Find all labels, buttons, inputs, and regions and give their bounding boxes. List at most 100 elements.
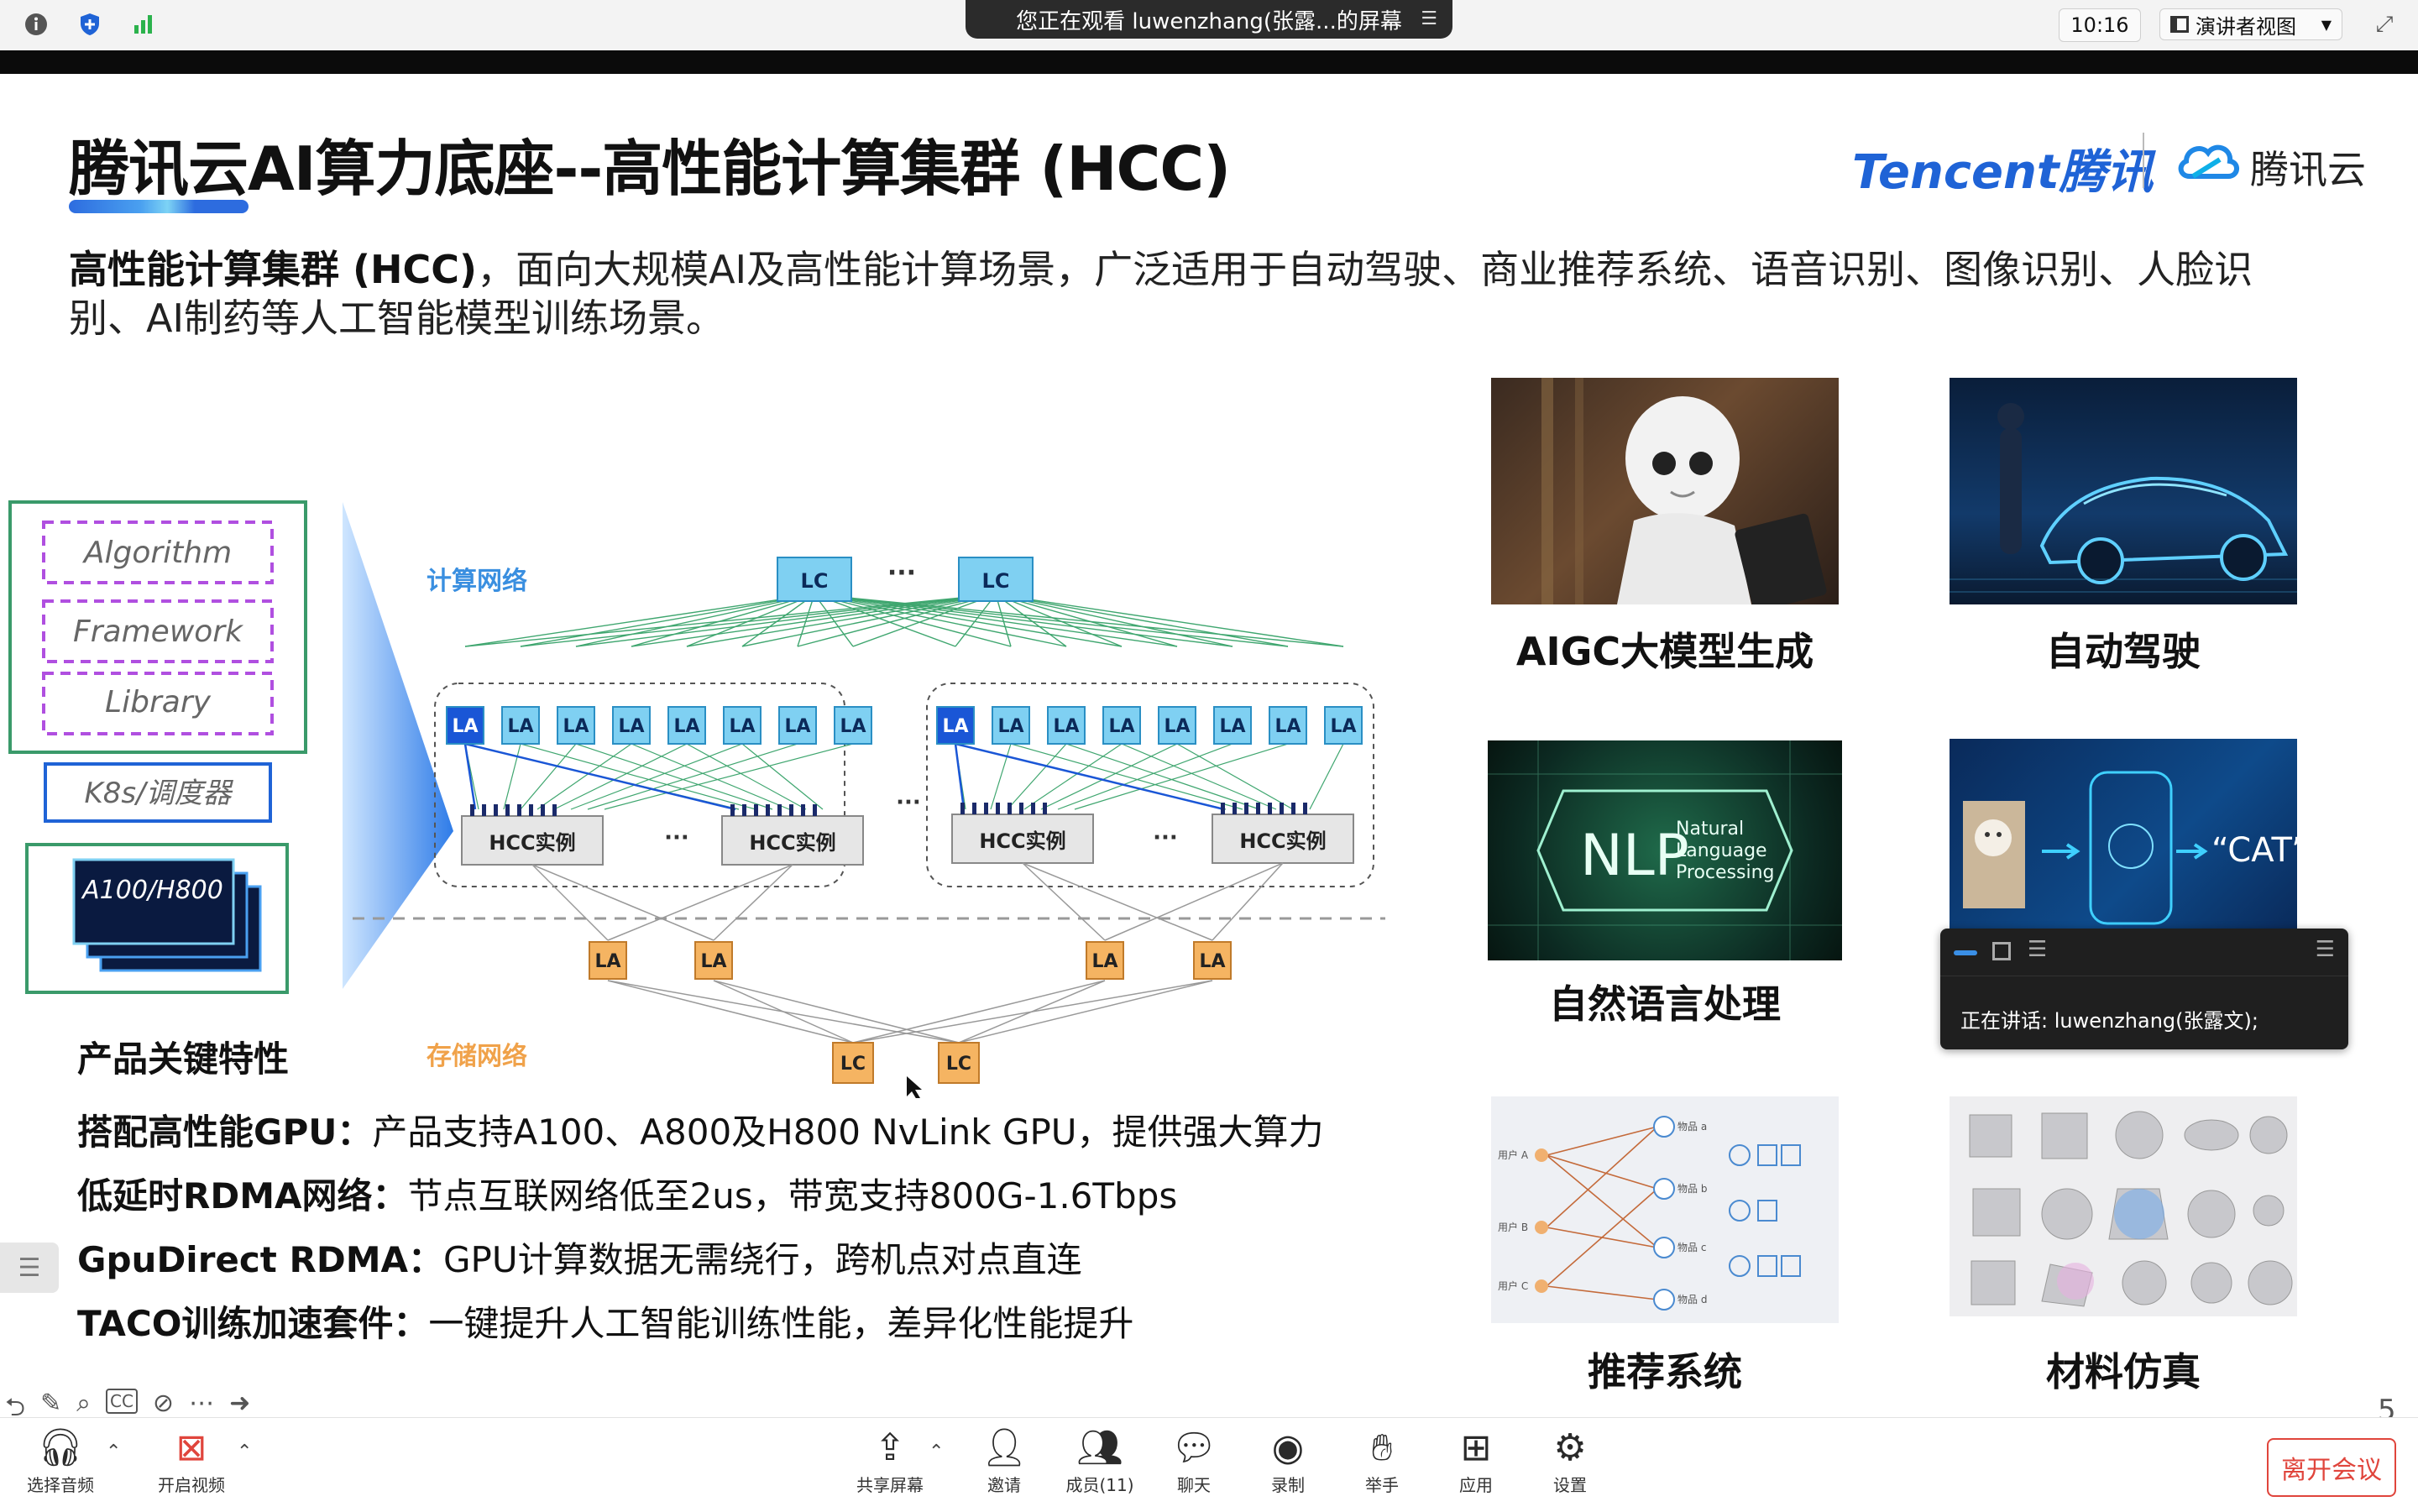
- invite-button[interactable]: 👤︎ 邀请: [962, 1425, 1046, 1496]
- separator-band: [0, 50, 2418, 74]
- feature-text: 一键提升人工智能训练性能，差异化性能提升: [428, 1303, 1134, 1344]
- meeting-timer: 10:16: [2059, 8, 2141, 42]
- list-icon[interactable]: ☰: [2028, 937, 2047, 962]
- user-label: 用户 A: [1498, 1148, 1529, 1161]
- feature-item: 搭配高性能GPU：产品支持A100、A800及H800 NvLink GPU，提…: [77, 1101, 1324, 1164]
- view-mode-label: 演讲者视图: [2196, 14, 2296, 39]
- more-icon[interactable]: ⋯: [189, 1389, 214, 1417]
- logo-divider: [2143, 133, 2144, 188]
- menu-icon[interactable]: ☰: [1421, 8, 1437, 29]
- audio-label: 选择音频: [27, 1475, 94, 1495]
- slide-list-icon[interactable]: ☰: [0, 1243, 59, 1293]
- item-label: 物品 b: [1677, 1183, 1707, 1195]
- features-heading: 产品关键特性: [77, 1039, 290, 1080]
- shield-icon[interactable]: [76, 10, 104, 39]
- caption-nlp: 自然语言处理: [1549, 981, 1781, 1027]
- feature-item: 低延时RDMA网络：节点互联网络低至2us，带宽支持800G-1.6Tbps: [77, 1164, 1324, 1228]
- collapse-icon[interactable]: ☰: [2316, 937, 2335, 962]
- pen-icon[interactable]: ✎: [40, 1389, 61, 1417]
- car-icon: [1950, 403, 2297, 593]
- nlp-graphic: NLP Natural Language Processing: [1488, 740, 1842, 960]
- la-label: LA: [507, 716, 533, 737]
- la-label: LA: [594, 951, 620, 972]
- chat-icon: 💬︎: [1170, 1426, 1217, 1469]
- raise-hand-button[interactable]: ✋︎ 举手: [1340, 1425, 1424, 1496]
- la-label: LA: [673, 716, 699, 737]
- chevron-up-icon[interactable]: ⌃: [929, 1441, 944, 1462]
- window-icon[interactable]: [1992, 942, 2011, 960]
- la-label: LA: [1053, 716, 1079, 737]
- view-mode-button[interactable]: 演讲者视图 ▼: [2159, 8, 2342, 40]
- meeting-top-bar: 您正在观看 luwenzhang(张露...的屏幕 ☰ 10:16 演讲者视图 …: [0, 0, 2418, 51]
- fullscreen-icon[interactable]: ⤢: [2368, 8, 2401, 40]
- gear-icon: ⚙: [1553, 1426, 1587, 1469]
- compute-mesh-lines: [464, 594, 1344, 647]
- storage-mesh-lines: [531, 862, 1284, 1044]
- leave-meeting-button[interactable]: 离开会议: [2267, 1438, 2396, 1497]
- invite-icon: 👤︎: [981, 1426, 1028, 1469]
- ellipsis: ···: [664, 825, 689, 850]
- hcc-label: HCC实例: [979, 829, 1065, 853]
- slide-toolbar: ⮌ ✎ ⌕ CC ⊘ ⋯ ➜: [5, 1389, 250, 1417]
- nlp-big-text: NLP: [1580, 823, 1689, 889]
- forward-icon[interactable]: ➜: [229, 1389, 250, 1417]
- library-label: Library: [105, 685, 212, 719]
- ellipsis: ···: [1153, 825, 1178, 850]
- title-underline: [69, 200, 249, 213]
- share-screen-button[interactable]: ⇪ 共享屏幕: [848, 1425, 932, 1496]
- settings-button[interactable]: ⚙ 设置: [1528, 1425, 1612, 1496]
- headset-icon: 🎧︎: [37, 1426, 84, 1469]
- la-label: LA: [997, 716, 1023, 737]
- apps-icon: ⊞: [1460, 1426, 1492, 1469]
- recommender-photo: 用户 A 用户 B 用户 C 物品 a 物品 b 物品 c 物品 d: [1491, 1096, 1839, 1323]
- members-label: 成员(11): [1065, 1475, 1134, 1495]
- chat-button[interactable]: 💬︎ 聊天: [1152, 1425, 1236, 1496]
- feature-title: 低延时RDMA网络：: [77, 1175, 408, 1216]
- zoom-icon[interactable]: ⌕: [76, 1389, 91, 1417]
- user-label: 用户 B: [1498, 1221, 1528, 1233]
- la-label: LA: [840, 716, 866, 737]
- audio-button[interactable]: 🎧︎ 选择音频: [18, 1425, 102, 1496]
- chat-label: 聊天: [1177, 1475, 1211, 1495]
- info-icon[interactable]: [22, 10, 50, 39]
- ellipsis: ···: [896, 790, 921, 815]
- video-button[interactable]: ⊠ 开启视频: [149, 1425, 233, 1496]
- la-label: LA: [1330, 716, 1356, 737]
- nlp-word: Language: [1676, 840, 1767, 861]
- signal-icon[interactable]: [129, 10, 158, 39]
- apps-label: 应用: [1459, 1475, 1493, 1495]
- captions-icon[interactable]: CC: [105, 1389, 138, 1414]
- robot-icon: [1541, 378, 1827, 604]
- hcc-label: HCC实例: [749, 831, 835, 855]
- caption-aigc: AIGC大模型生成: [1515, 629, 1814, 674]
- video-off-icon[interactable]: ⊘: [153, 1389, 174, 1417]
- item-label: 物品 c: [1677, 1242, 1706, 1253]
- page-number: 5: [2378, 1394, 2396, 1417]
- hcc-architecture-diagram: Algorithm Framework Library K8s/调度器 A100…: [8, 500, 1385, 1098]
- aigc-photo: [1491, 378, 1839, 604]
- la-label: LA: [563, 716, 589, 737]
- feature-item: TACO训练加速套件：一键提升人工智能训练性能，差异化性能提升: [77, 1292, 1324, 1356]
- caption-autonomous: 自动驾驶: [2046, 629, 2201, 674]
- la-label: LA: [1219, 716, 1245, 737]
- minimize-icon[interactable]: [1954, 950, 1977, 955]
- apps-button[interactable]: ⊞ 应用: [1434, 1425, 1518, 1496]
- chevron-up-icon[interactable]: ⌃: [106, 1441, 121, 1462]
- intro-bold: 高性能计算集群 (HCC): [69, 247, 478, 292]
- intro-paragraph: 高性能计算集群 (HCC)，面向大规模AI及高性能计算场景，广泛适用于自动驾驶、…: [69, 245, 2285, 343]
- storage-la-row: LA LA LA LA: [589, 941, 1232, 980]
- hcc-label: HCC实例: [489, 831, 575, 855]
- chevron-up-icon[interactable]: ⌃: [237, 1441, 252, 1462]
- record-button[interactable]: ◉ 录制: [1246, 1425, 1330, 1496]
- material-graphic: [1969, 1111, 2293, 1307]
- feature-title: 搭配高性能GPU：: [77, 1112, 373, 1153]
- back-icon[interactable]: ⮌: [5, 1389, 25, 1417]
- hcc-label: HCC实例: [1239, 829, 1326, 853]
- active-speaker-panel: ☰ ☰ 正在讲话: luwenzhang(张露文);: [1940, 929, 2348, 1049]
- la-label: LA: [729, 716, 755, 737]
- members-button[interactable]: 👥︎ 成员(11): [1058, 1425, 1142, 1496]
- screen-share-indicator[interactable]: 您正在观看 luwenzhang(张露...的屏幕 ☰: [966, 0, 1452, 39]
- scheduler-label: K8s/调度器: [84, 777, 233, 810]
- lc-label: LC: [801, 569, 829, 593]
- la-label: LA: [1199, 951, 1225, 972]
